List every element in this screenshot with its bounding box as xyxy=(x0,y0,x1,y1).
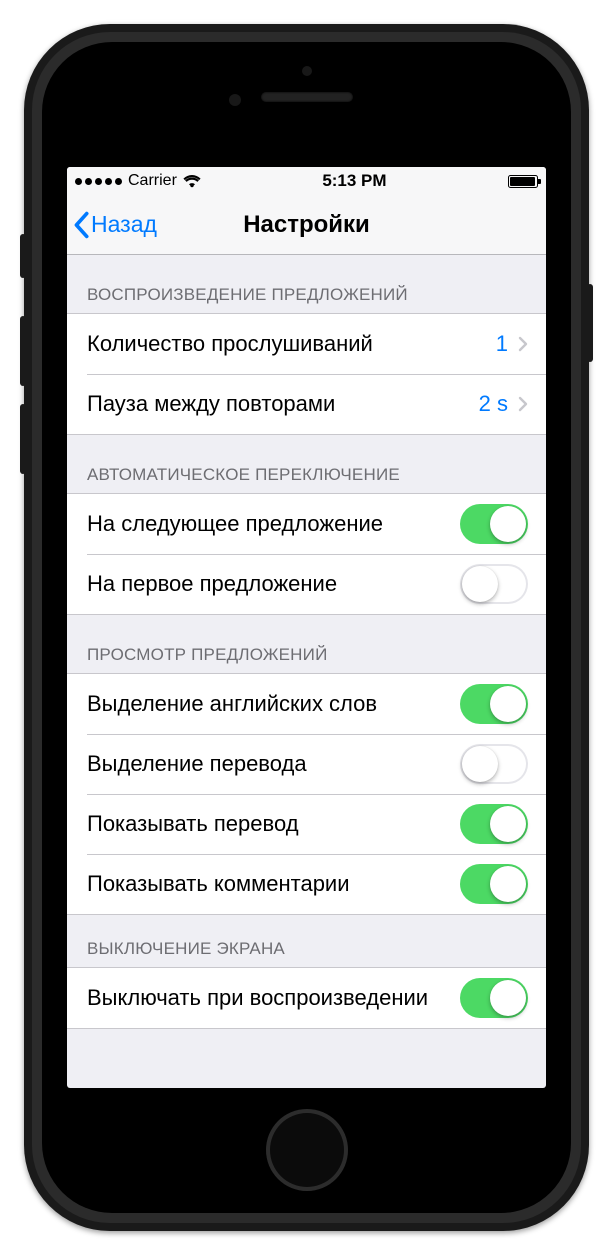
screen: Carrier 5:13 PM xyxy=(67,167,546,1088)
row-highlight-translation: Выделение перевода xyxy=(67,734,546,794)
row-pause-between[interactable]: Пауза между повторами 2 s xyxy=(67,374,546,434)
switch-next-sentence[interactable] xyxy=(460,504,528,544)
row-value: 1 xyxy=(496,331,508,357)
row-value: 2 s xyxy=(479,391,508,417)
row-show-translation: Показывать перевод xyxy=(67,794,546,854)
carrier-label: Carrier xyxy=(128,172,177,190)
status-bar: Carrier 5:13 PM xyxy=(67,167,546,195)
proximity-sensor xyxy=(229,94,241,106)
volume-up-button[interactable] xyxy=(20,316,26,386)
row-label: Количество прослушиваний xyxy=(87,331,496,357)
settings-table: ВОСПРОИЗВЕДЕНИЕ ПРЕДЛОЖЕНИЙ Количество п… xyxy=(67,255,546,1029)
row-label: На первое предложение xyxy=(87,571,460,597)
chevron-left-icon xyxy=(73,211,91,239)
earpiece-speaker xyxy=(261,92,353,102)
switch-disable-on-playback[interactable] xyxy=(460,978,528,1018)
switch-highlight-translation[interactable] xyxy=(460,744,528,784)
row-highlight-english: Выделение английских слов xyxy=(67,674,546,734)
clock-label: 5:13 PM xyxy=(322,171,386,191)
row-show-comments: Показывать комментарии xyxy=(67,854,546,914)
row-label: Выключать при воспроизведении xyxy=(87,985,460,1011)
section-header-playback: ВОСПРОИЗВЕДЕНИЕ ПРЕДЛОЖЕНИЙ xyxy=(67,255,546,313)
row-first-sentence: На первое предложение xyxy=(67,554,546,614)
status-left: Carrier xyxy=(75,172,201,190)
chevron-right-icon xyxy=(518,396,528,412)
row-label: Показывать комментарии xyxy=(87,871,460,897)
status-right xyxy=(508,175,538,188)
row-next-sentence: На следующее предложение xyxy=(67,494,546,554)
home-button[interactable] xyxy=(266,1109,348,1191)
section-header-view: ПРОСМОТР ПРЕДЛОЖЕНИЙ xyxy=(67,615,546,673)
battery-icon xyxy=(508,175,538,188)
front-camera xyxy=(302,66,312,76)
row-listen-count[interactable]: Количество прослушиваний 1 xyxy=(67,314,546,374)
chevron-right-icon xyxy=(518,336,528,352)
row-label: Выделение перевода xyxy=(87,751,460,777)
signal-strength-icon xyxy=(75,178,122,185)
row-label: Пауза между повторами xyxy=(87,391,479,417)
switch-first-sentence[interactable] xyxy=(460,564,528,604)
section-playback: Количество прослушиваний 1 Пауза между п… xyxy=(67,313,546,435)
switch-highlight-english[interactable] xyxy=(460,684,528,724)
back-label: Назад xyxy=(91,211,157,238)
section-screenoff: Выключать при воспроизведении xyxy=(67,967,546,1029)
power-button[interactable] xyxy=(587,284,593,362)
switch-show-translation[interactable] xyxy=(460,804,528,844)
row-label: Показывать перевод xyxy=(87,811,460,837)
row-label: На следующее предложение xyxy=(87,511,460,537)
back-button[interactable]: Назад xyxy=(67,211,157,239)
mute-switch[interactable] xyxy=(20,234,26,278)
section-header-screenoff: ВЫКЛЮЧЕНИЕ ЭКРАНА xyxy=(67,915,546,967)
section-autoswitch: На следующее предложение На первое предл… xyxy=(67,493,546,615)
section-header-autoswitch: АВТОМАТИЧЕСКОЕ ПЕРЕКЛЮЧЕНИЕ xyxy=(67,435,546,493)
phone-bezel: Carrier 5:13 PM xyxy=(42,42,571,1213)
switch-show-comments[interactable] xyxy=(460,864,528,904)
wifi-icon xyxy=(183,175,201,188)
section-view: Выделение английских слов Выделение пере… xyxy=(67,673,546,915)
phone-frame: Carrier 5:13 PM xyxy=(24,24,589,1231)
row-disable-on-playback: Выключать при воспроизведении xyxy=(67,968,546,1028)
volume-down-button[interactable] xyxy=(20,404,26,474)
row-label: Выделение английских слов xyxy=(87,691,460,717)
navigation-bar: Назад Настройки xyxy=(67,195,546,255)
phone-inner: Carrier 5:13 PM xyxy=(32,32,581,1223)
